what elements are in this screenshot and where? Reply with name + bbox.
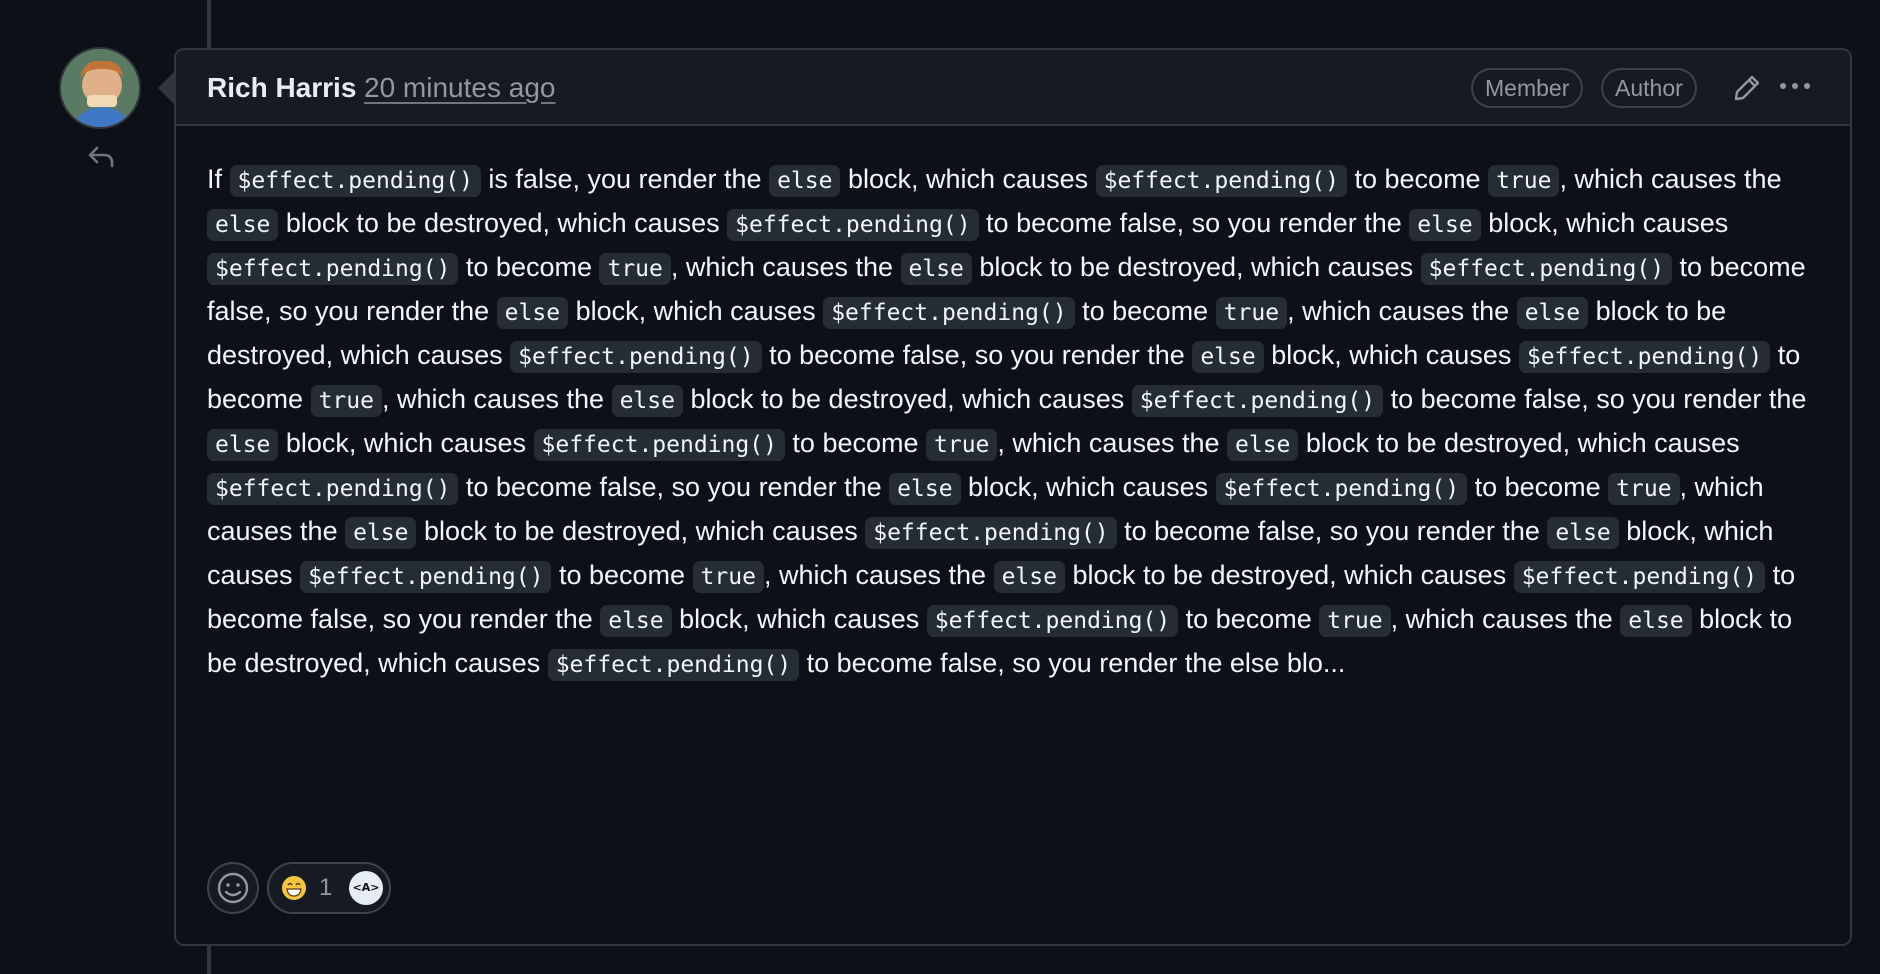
inline-code: true (1488, 165, 1560, 197)
author-name[interactable]: Rich Harris (207, 72, 356, 104)
inline-code: true (692, 561, 764, 593)
comment-header: Rich Harris 20 minutes ago Member Author (176, 50, 1850, 126)
inline-code: else (769, 165, 841, 197)
author-badge: Author (1601, 68, 1697, 108)
comment-card: Rich Harris 20 minutes ago Member Author… (174, 48, 1852, 946)
reaction-pill[interactable]: 1 <A> (267, 862, 391, 914)
inline-code: else (900, 253, 972, 285)
inline-code: $effect.pending() (1131, 385, 1384, 417)
inline-code: $effect.pending() (300, 561, 552, 593)
inline-code: $effect.pending() (533, 429, 785, 461)
avatar-image (61, 49, 139, 127)
pencil-icon[interactable] (1731, 72, 1763, 104)
inline-code: else (1192, 341, 1264, 373)
inline-code: else (600, 605, 672, 637)
comment-body: If $effect.pending() is false, you rende… (207, 158, 1823, 686)
inline-code: $effect.pending() (207, 473, 459, 505)
inline-code: $effect.pending() (207, 253, 459, 285)
inline-code: $effect.pending() (229, 165, 481, 197)
inline-code: $effect.pending() (1095, 165, 1347, 197)
avatar[interactable] (59, 47, 141, 129)
inline-code: $effect.pending() (510, 341, 762, 373)
reactor-avatar: <A> (349, 871, 383, 905)
inline-code: $effect.pending() (1518, 341, 1771, 373)
inline-code: $effect.pending() (1215, 473, 1468, 505)
comment-pointer (158, 72, 174, 104)
inline-code: $effect.pending() (823, 297, 1075, 329)
inline-code: $effect.pending() (1420, 253, 1673, 285)
inline-code: true (599, 253, 671, 285)
inline-code: else (1620, 605, 1692, 637)
grinning-face-emoji-icon (282, 876, 306, 900)
add-reaction-button[interactable] (207, 862, 259, 914)
inline-code: else (207, 429, 279, 461)
inline-code: else (611, 385, 683, 417)
timestamp-link[interactable]: 20 minutes ago (364, 72, 555, 104)
inline-code: else (993, 561, 1065, 593)
inline-code: else (345, 517, 417, 549)
inline-code: $effect.pending() (926, 605, 1179, 637)
inline-code: $effect.pending() (1513, 561, 1766, 593)
inline-code: true (926, 429, 998, 461)
inline-code: true (1319, 605, 1391, 637)
smiley-icon (217, 872, 249, 904)
inline-code: true (1608, 473, 1680, 505)
inline-code: else (1516, 297, 1589, 329)
reaction-count: 1 (319, 874, 333, 901)
inline-code: $effect.pending() (727, 209, 979, 241)
inline-code: $effect.pending() (865, 517, 1117, 549)
inline-code: true (310, 385, 382, 417)
inline-code: else (1227, 429, 1299, 461)
inline-code: $effect.pending() (547, 649, 800, 681)
inline-code: else (207, 209, 279, 241)
inline-code: true (1215, 297, 1288, 329)
inline-code: else (889, 473, 961, 505)
reply-icon[interactable] (85, 140, 117, 172)
member-badge: Member (1471, 68, 1584, 108)
inline-code: else (496, 297, 569, 329)
kebab-horizontal-icon[interactable] (1776, 70, 1814, 102)
inline-code: else (1547, 517, 1619, 549)
inline-code: else (1409, 209, 1481, 241)
